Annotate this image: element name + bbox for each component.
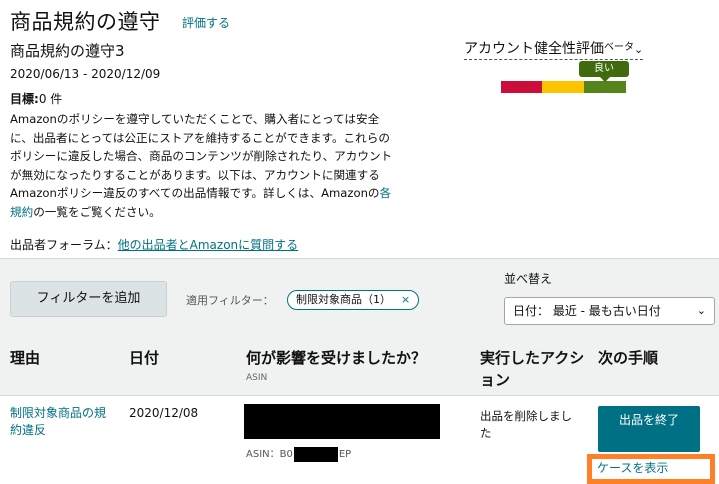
asin-label: ASIN：B0 EP: [246, 445, 351, 462]
policy-summary: 商品規約の遵守 評価する 商品規約の遵守3 2020/06/13 - 2020/…: [0, 0, 719, 258]
forum-link[interactable]: 他の出品者とAmazonに質問する: [118, 238, 299, 252]
health-title: アカウント健全性評価: [464, 41, 604, 57]
column-reason: 理由: [10, 349, 41, 367]
health-status-badge: 良い: [579, 61, 629, 82]
chevron-down-icon: ⌄: [696, 304, 706, 317]
filter-chip-label: 制限対象商品（1）: [296, 293, 391, 306]
rate-link[interactable]: 評価する: [182, 14, 230, 31]
reason-link[interactable]: 制限対象商品の規約違反: [10, 405, 110, 439]
sub-title: 商品規約の遵守3: [10, 42, 125, 60]
health-segment-good: [584, 81, 626, 93]
health-segment-bad: [501, 81, 542, 93]
table-header: 理由 日付 何が影響を受けましたか？ ASIN 実行したアクション 次の手順: [0, 332, 719, 396]
forum-row: 出品者フォーラム：他の出品者とAmazonに質問する: [10, 236, 298, 253]
page-title: 商品規約の遵守: [10, 10, 161, 34]
goal-label: 目標:: [10, 92, 39, 106]
sort-select[interactable]: 日付： 最近 - 最も古い日付 ⌄: [504, 297, 715, 325]
table-row: 制限対象商品の規約違反 2020/12/08 ASIN：B0 EP 出品を削除しま…: [0, 396, 719, 484]
asin-prefix: ASIN：B0: [246, 449, 293, 460]
forum-label: 出品者フォーラム：: [10, 238, 118, 252]
desc-text-1: Amazonのポリシーを遵守していただくことで、購入者にとっては安全に、出品者に…: [10, 112, 393, 201]
date-range: 2020/06/13 - 2020/12/09: [10, 67, 161, 81]
chevron-down-icon: ⌄: [634, 43, 644, 56]
column-next-steps: 次の手順: [598, 349, 659, 367]
column-date: 日付: [129, 349, 160, 367]
close-icon[interactable]: ×: [401, 293, 410, 306]
sort-value: 日付： 最近 - 最も古い日付: [513, 304, 661, 318]
health-rating-bar: [501, 81, 626, 93]
add-filter-button[interactable]: フィルターを追加: [10, 281, 167, 317]
health-segment-fair: [542, 81, 584, 93]
redacted-product-title: [244, 404, 440, 439]
filter-chip: 制限対象商品（1） ×: [287, 290, 420, 310]
desc-text-2: の一覧をご覧ください。: [33, 204, 161, 219]
filter-bar: フィルターを追加 適用フィルター： 制限対象商品（1） × 並べ替え 日付： 最近…: [0, 258, 719, 332]
end-listing-button[interactable]: 出品を終了: [598, 406, 700, 452]
goal-value: 0 件: [38, 92, 63, 106]
redacted-asin: [293, 446, 338, 462]
view-case-link[interactable]: ケースを表示: [597, 459, 668, 476]
account-health-dropdown[interactable]: アカウント健全性評価ベータ⌄: [464, 38, 644, 60]
beta-label: ベータ: [604, 42, 634, 53]
column-affected-sub: ASIN: [246, 373, 268, 383]
asin-suffix: EP: [338, 449, 352, 460]
policy-description: Amazonのポリシーを遵守していただくことで、購入者にとっては安全に、出品者に…: [10, 110, 400, 222]
sort-label: 並べ替え: [504, 272, 553, 286]
row-date: 2020/12/08: [129, 406, 199, 420]
applied-filter-label: 適用フィルター：: [186, 294, 274, 307]
column-affected: 何が影響を受けましたか？: [246, 349, 427, 367]
goal: 目標:0 件: [10, 90, 62, 107]
column-action: 実行したアクション: [480, 349, 585, 389]
action-taken: 出品を削除しました: [480, 409, 572, 440]
